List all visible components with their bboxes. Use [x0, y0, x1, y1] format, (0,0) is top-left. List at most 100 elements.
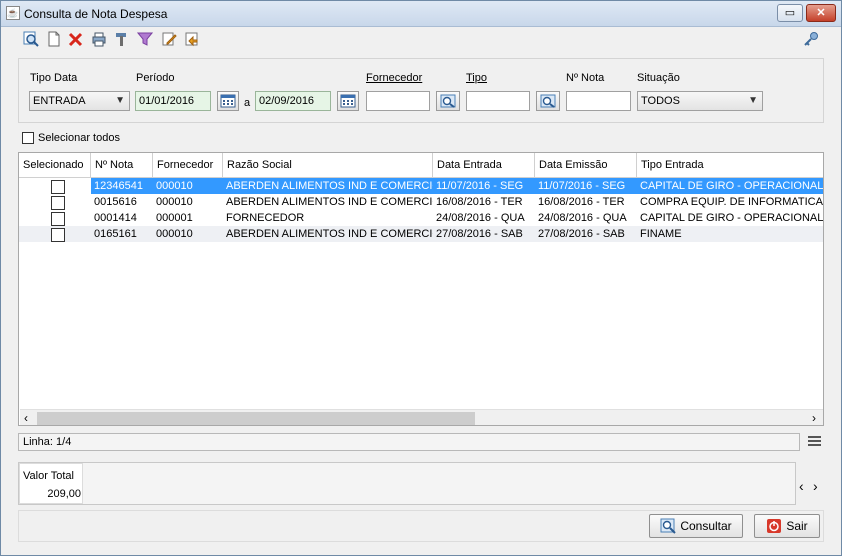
cell-razao-social: ABERDEN ALIMENTOS IND E COMERCIO: [226, 180, 433, 192]
total-value: 209,00: [47, 488, 81, 500]
table-row[interactable]: 0015616 000010 ABERDEN ALIMENTOS IND E C…: [19, 194, 823, 210]
table-row[interactable]: 0165161 000010 ABERDEN ALIMENTOS IND E C…: [19, 226, 823, 242]
periodo-label: Período: [136, 72, 175, 84]
filter-icon[interactable]: [137, 31, 153, 47]
tipo-data-select[interactable]: ENTRADA ▼: [29, 91, 130, 111]
search-icon: [540, 94, 556, 108]
situacao-label: Situação: [637, 72, 680, 84]
cell-razao-social: ABERDEN ALIMENTOS IND E COMERCIO: [226, 196, 433, 208]
window-title: Consulta de Nota Despesa: [24, 7, 168, 21]
search-icon[interactable]: [23, 31, 39, 47]
column-header-fornecedor[interactable]: Fornecedor: [153, 153, 223, 178]
power-icon: [767, 519, 782, 533]
cell-data-entrada: 27/08/2016 - SAB: [436, 228, 523, 240]
close-button[interactable]: ✕: [806, 4, 836, 22]
results-table[interactable]: Selecionado Nº Nota Fornecedor Razão Soc…: [18, 152, 824, 426]
calendar-to-button[interactable]: [337, 91, 359, 111]
cell-nota: 12346541: [94, 180, 143, 192]
row-checkbox[interactable]: [51, 212, 65, 226]
column-header-data-entrada[interactable]: Data Entrada: [433, 153, 535, 178]
search-icon: [440, 94, 456, 108]
select-all-label[interactable]: Selecionar todos: [38, 132, 120, 144]
cell-data-entrada: 24/08/2016 - QUA: [436, 212, 525, 224]
situacao-select[interactable]: TODOS ▼: [637, 91, 763, 111]
search-icon: [660, 518, 677, 534]
select-all-checkbox[interactable]: [22, 132, 34, 144]
calendar-from-button[interactable]: [217, 91, 239, 111]
row-checkbox[interactable]: [51, 196, 65, 210]
cell-razao-social: ABERDEN ALIMENTOS IND E COMERCIO: [226, 228, 433, 240]
table-row[interactable]: 0001414 000001 FORNECEDOR 24/08/2016 - Q…: [19, 210, 824, 226]
row-select-cell: [19, 226, 91, 242]
nota-label: Nº Nota: [566, 72, 605, 84]
cell-tipo-entrada: CAPITAL DE GIRO - OPERACIONAL: [640, 180, 824, 192]
delete-icon[interactable]: [68, 31, 84, 47]
cell-fornecedor: 000010: [156, 180, 193, 192]
cell-razao-social: FORNECEDOR: [226, 212, 305, 224]
tipo-field[interactable]: [466, 91, 530, 111]
nota-field[interactable]: [566, 91, 631, 111]
fornecedor-label[interactable]: Fornecedor: [366, 72, 422, 84]
cell-data-emissao: 11/07/2016 - SEG: [538, 180, 626, 192]
row-select-cell: [19, 194, 91, 210]
row-status: Linha: 1/4: [18, 433, 800, 451]
sair-button[interactable]: Sair: [754, 514, 820, 538]
scroll-right-icon[interactable]: ›: [812, 411, 816, 425]
java-app-icon: ☕: [6, 6, 20, 20]
calendar-icon: [220, 94, 236, 108]
sair-label: Sair: [786, 519, 808, 533]
export-icon[interactable]: [184, 31, 200, 47]
tipo-label[interactable]: Tipo: [466, 72, 487, 84]
restore-button[interactable]: ▭: [777, 4, 803, 22]
tipo-data-label: Tipo Data: [30, 72, 78, 84]
column-header-tipo-entrada[interactable]: Tipo Entrada: [637, 153, 823, 178]
row-select-cell: [19, 210, 91, 226]
scrollbar-thumb[interactable]: [37, 412, 475, 425]
horizontal-scrollbar[interactable]: ‹ ›: [20, 409, 823, 425]
chevron-down-icon: ▼: [748, 95, 758, 106]
fornecedor-field[interactable]: [366, 91, 430, 111]
print-icon[interactable]: [91, 31, 107, 47]
total-label: Valor Total: [23, 470, 74, 482]
row-select-cell: [19, 178, 91, 194]
column-header-razao-social[interactable]: Razão Social: [223, 153, 433, 178]
cell-nota: 0165161: [94, 228, 137, 240]
cell-data-emissao: 16/08/2016 - TER: [538, 196, 625, 208]
table-row[interactable]: 12346541 000010 ABERDEN ALIMENTOS IND E …: [19, 178, 824, 194]
row-checkbox[interactable]: [51, 228, 65, 242]
periodo-separator: a: [244, 97, 251, 109]
column-header-selecionado[interactable]: Selecionado: [19, 153, 91, 178]
key-icon[interactable]: [803, 31, 819, 47]
fornecedor-search-button[interactable]: [436, 91, 460, 111]
column-header-nota[interactable]: Nº Nota: [91, 153, 153, 178]
chevron-right-icon[interactable]: ›: [813, 478, 818, 494]
cell-data-emissao: 27/08/2016 - SAB: [538, 228, 625, 240]
edit-icon[interactable]: [161, 31, 177, 47]
chevron-down-icon: ▼: [115, 95, 125, 106]
cell-fornecedor: 000010: [156, 228, 193, 240]
tipo-search-button[interactable]: [536, 91, 560, 111]
cell-tipo-entrada: CAPITAL DE GIRO - OPERACIONAL: [640, 212, 824, 224]
totals-panel: [18, 462, 796, 505]
cell-data-entrada: 11/07/2016 - SEG: [436, 180, 524, 192]
tipo-data-value: ENTRADA: [33, 95, 86, 107]
consultar-label: Consultar: [680, 519, 732, 533]
cell-tipo-entrada: FINAME: [640, 228, 682, 240]
scroll-left-icon[interactable]: ‹: [24, 411, 28, 425]
calendar-icon: [340, 94, 356, 108]
row-checkbox[interactable]: [51, 180, 65, 194]
new-document-icon[interactable]: [46, 31, 62, 47]
cell-data-entrada: 16/08/2016 - TER: [436, 196, 523, 208]
chevron-left-icon[interactable]: ‹: [799, 478, 804, 494]
column-header-data-emissao[interactable]: Data Emissão: [535, 153, 637, 178]
cell-fornecedor: 000001: [156, 212, 193, 224]
cell-fornecedor: 000010: [156, 196, 193, 208]
situacao-value: TODOS: [641, 95, 680, 107]
consultar-button[interactable]: Consultar: [649, 514, 743, 538]
cell-nota: 0001414: [94, 212, 137, 224]
periodo-from-field[interactable]: 01/01/2016: [135, 91, 211, 111]
tools-icon[interactable]: [114, 31, 130, 47]
menu-lines-icon[interactable]: [808, 435, 821, 447]
periodo-to-field[interactable]: 02/09/2016: [255, 91, 331, 111]
cell-data-emissao: 24/08/2016 - QUA: [538, 212, 627, 224]
